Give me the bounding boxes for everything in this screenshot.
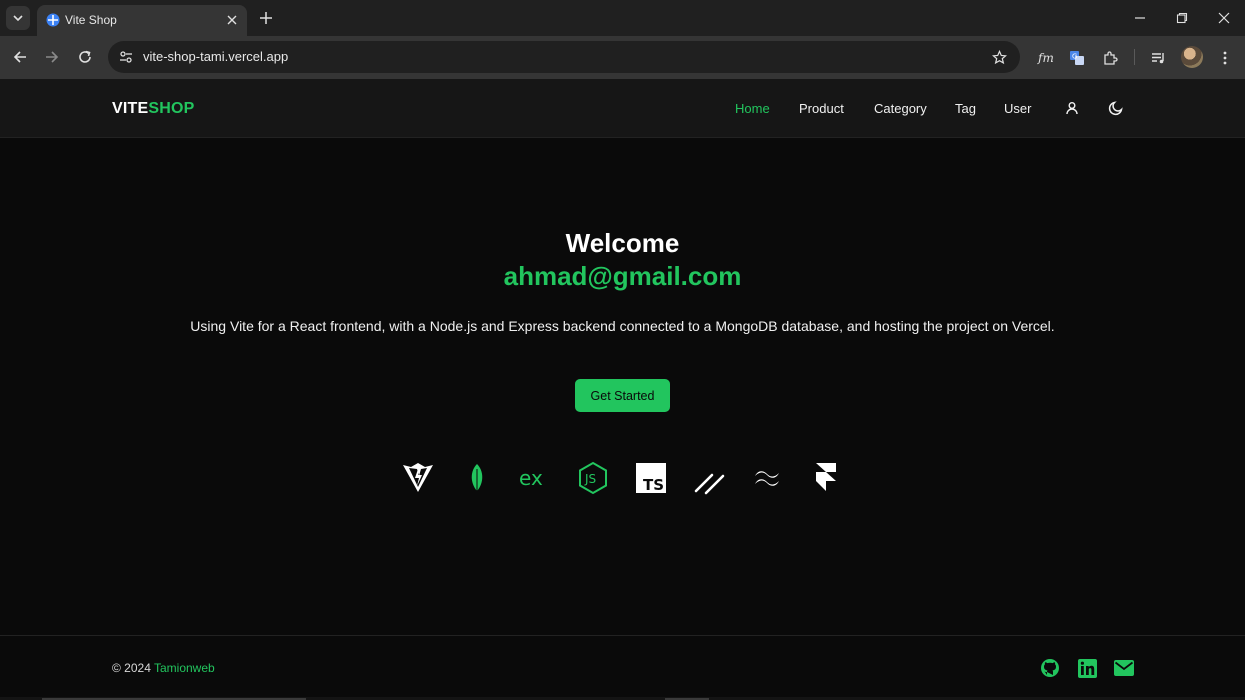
close-icon: [227, 15, 237, 25]
site-logo[interactable]: VITESHOP: [112, 100, 195, 118]
plus-icon: [260, 12, 272, 24]
tab-search-button[interactable]: [6, 6, 30, 30]
back-button[interactable]: [9, 46, 31, 68]
chevron-down-icon: [13, 15, 23, 22]
svg-text:G: G: [1072, 53, 1077, 61]
copyright-prefix: © 2024: [112, 661, 151, 675]
address-bar[interactable]: vite-shop-tami.vercel.app: [108, 41, 1020, 73]
svg-text:ƒт: ƒт: [1037, 51, 1053, 65]
moon-icon: [1108, 101, 1123, 116]
site-header: VITESHOP Home Product Category Tag User: [0, 79, 1245, 138]
theme-toggle-button[interactable]: [1107, 99, 1125, 117]
translate-extension-button[interactable]: G: [1066, 47, 1088, 69]
url-text: vite-shop-tami.vercel.app: [143, 49, 289, 64]
extensions-button[interactable]: [1099, 47, 1121, 69]
browser-tab-active[interactable]: Vite Shop: [37, 5, 247, 36]
nav-tag[interactable]: Tag: [955, 101, 976, 116]
mail-icon: [1114, 660, 1134, 676]
window-restore-button[interactable]: [1170, 6, 1194, 30]
arrow-right-icon: [46, 51, 59, 63]
window-minimize-button[interactable]: [1128, 6, 1152, 30]
minimize-icon: [1135, 17, 1145, 19]
logo-part-shop: SHOP: [148, 100, 195, 117]
media-control-button[interactable]: [1148, 47, 1170, 69]
user-icon: [1066, 102, 1078, 115]
hero-welcome: Welcome: [565, 228, 680, 258]
tab-favicon-icon: [46, 13, 60, 27]
svg-text:TS: TS: [643, 476, 664, 494]
arrow-left-icon: [13, 51, 26, 63]
close-icon: [1218, 12, 1230, 24]
nav-home[interactable]: Home: [735, 101, 770, 116]
express-icon: ex: [518, 461, 552, 495]
logo-part-vite: VITE: [112, 100, 149, 117]
account-button[interactable]: [1063, 99, 1081, 117]
new-tab-button[interactable]: [256, 8, 276, 28]
tailwind-icon: [750, 461, 784, 495]
browser-toolbar: vite-shop-tami.vercel.app ƒт G: [0, 36, 1245, 79]
font-extension-button[interactable]: ƒт: [1034, 47, 1056, 69]
forward-button[interactable]: [41, 46, 63, 68]
toolbar-divider: [1134, 49, 1135, 65]
hero-description: Using Vite for a React frontend, with a …: [190, 318, 1055, 334]
tab-close-button[interactable]: [223, 11, 241, 29]
site-footer: © 2024 Tamionweb: [0, 635, 1245, 700]
function-icon: ƒт: [1037, 51, 1053, 65]
translate-icon: G: [1070, 51, 1084, 65]
svg-text:ex: ex: [519, 466, 543, 490]
window-close-button[interactable]: [1212, 6, 1236, 30]
get-started-button[interactable]: Get Started: [575, 379, 670, 412]
browser-tabstrip: Vite Shop: [0, 0, 1245, 36]
github-icon: [1041, 659, 1059, 677]
copyright-brand-link[interactable]: Tamionweb: [154, 661, 215, 675]
queue-music-icon: [1152, 53, 1164, 64]
svg-text:JS: JS: [584, 472, 596, 486]
github-link[interactable]: [1039, 657, 1061, 679]
nav-product[interactable]: Product: [799, 101, 844, 116]
reload-button[interactable]: [74, 46, 96, 68]
nav-category[interactable]: Category: [874, 101, 927, 116]
hero-user-email: ahmad@gmail.com: [503, 261, 742, 291]
linkedin-link[interactable]: [1076, 657, 1098, 679]
framer-icon: [808, 461, 842, 495]
tune-icon: [120, 51, 132, 63]
bookmark-button[interactable]: [990, 48, 1008, 66]
restore-icon: [1176, 12, 1188, 24]
email-link[interactable]: [1113, 657, 1135, 679]
linkedin-icon: [1077, 658, 1097, 678]
profile-avatar[interactable]: [1181, 46, 1203, 68]
typescript-icon: TS: [634, 461, 668, 495]
puzzle-icon: [1104, 51, 1118, 65]
more-vertical-icon: [1223, 51, 1227, 65]
mongodb-icon: [460, 461, 494, 495]
nodejs-icon: JS: [576, 461, 610, 495]
browser-menu-button[interactable]: [1214, 47, 1236, 69]
reload-icon: [79, 50, 91, 63]
copyright: © 2024 Tamionweb: [112, 661, 215, 675]
vite-icon: [401, 461, 435, 495]
nav-user[interactable]: User: [1004, 101, 1031, 116]
site-info-button[interactable]: [116, 47, 136, 67]
star-icon: [991, 49, 1007, 64]
shadcn-icon: [692, 461, 726, 495]
tab-title: Vite Shop: [65, 13, 117, 27]
